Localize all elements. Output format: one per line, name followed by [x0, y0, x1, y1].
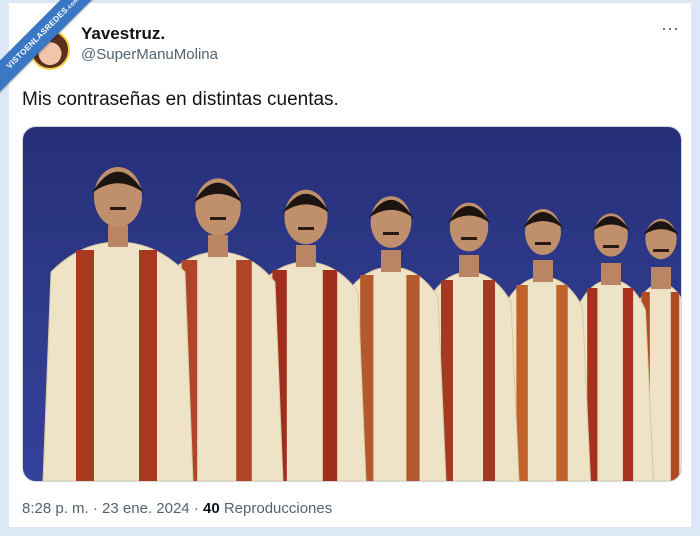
- moustache: [298, 227, 314, 230]
- meta-separator: ·: [193, 500, 199, 517]
- stole: [622, 288, 634, 481]
- stole: [139, 250, 157, 481]
- stole: [322, 270, 338, 481]
- kurta-figure: [42, 241, 194, 481]
- watermark-text: VISTOENLASREDES: [4, 5, 70, 71]
- neck: [459, 255, 479, 277]
- neck: [533, 260, 553, 282]
- tweet-image[interactable]: [22, 126, 682, 482]
- moustache: [603, 245, 619, 248]
- tweet-meta: 8:28 p. m. · 23 ene. 2024 · 40 Reproducc…: [22, 500, 332, 517]
- neck: [651, 267, 671, 289]
- moustache: [383, 232, 399, 235]
- views-count: 40: [202, 500, 220, 517]
- stole: [236, 260, 252, 481]
- image-illustration: [42, 167, 681, 481]
- meta-separator: ·: [92, 500, 98, 517]
- watermark: VISTOENLASREDES.com: [0, 0, 110, 110]
- neck: [108, 225, 128, 247]
- moustache: [110, 207, 126, 210]
- moustache: [210, 217, 226, 220]
- views-label: Reproducciones: [223, 500, 333, 517]
- moustache: [535, 242, 551, 245]
- tweet-time[interactable]: 8:28 p. m.: [22, 500, 89, 517]
- neck: [296, 245, 316, 267]
- tweet-date[interactable]: 23 ene. 2024: [102, 500, 190, 517]
- neck: [381, 250, 401, 272]
- neck: [601, 263, 621, 285]
- more-horizontal-icon[interactable]: ···: [658, 19, 682, 40]
- stole: [483, 280, 495, 481]
- watermark-domain: .com: [65, 0, 81, 12]
- watermark-ribbon: VISTOENLASREDES.com: [0, 0, 110, 101]
- neck: [208, 235, 228, 257]
- stole: [76, 250, 94, 481]
- stole: [406, 275, 420, 481]
- stole: [670, 292, 680, 481]
- moustache: [461, 237, 477, 240]
- moustache: [653, 249, 669, 252]
- stole: [556, 285, 568, 481]
